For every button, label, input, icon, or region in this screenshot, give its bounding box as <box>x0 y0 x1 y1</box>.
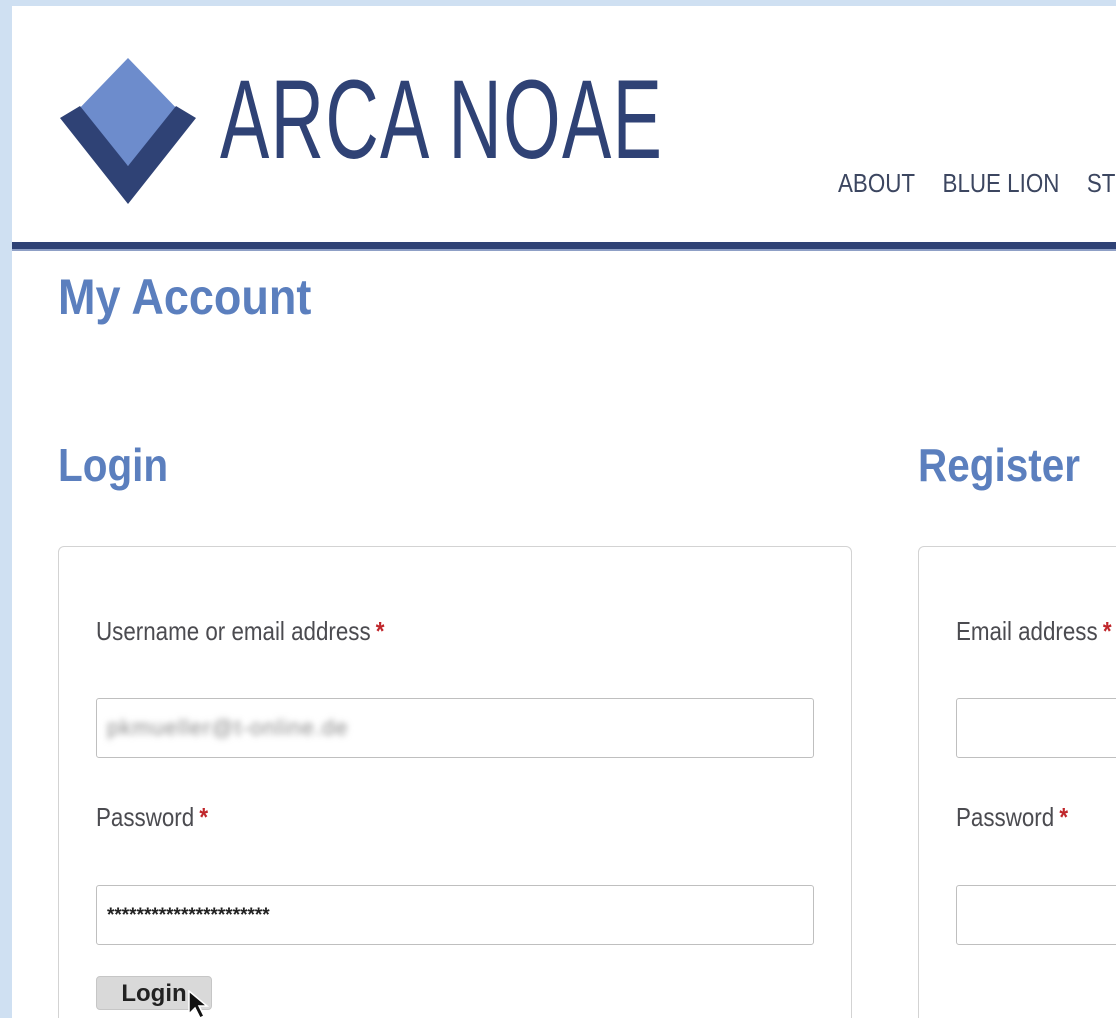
required-marker: * <box>199 802 209 832</box>
email-label: Email address * <box>956 616 1112 647</box>
password-label: Password * <box>96 802 208 833</box>
register-email-input[interactable] <box>956 698 1116 758</box>
page-title: My Account <box>58 269 312 325</box>
register-heading: Register <box>918 439 1080 491</box>
username-input[interactable]: pkmueller@t-online.de <box>96 698 814 758</box>
required-marker: * <box>375 616 385 646</box>
main-nav: ABOUT BLUE LION ST <box>838 168 1115 199</box>
login-heading: Login <box>58 439 169 491</box>
username-label-text: Username or email address <box>96 616 371 646</box>
email-label-text: Email address <box>956 616 1098 646</box>
register-password-label: Password * <box>956 802 1068 833</box>
nav-item-blue-lion[interactable]: BLUE LION <box>943 168 1060 199</box>
header-divider-accent <box>12 249 1116 251</box>
register-password-input[interactable] <box>956 885 1116 945</box>
page: ARCA NOAE ABOUT BLUE LION ST My Account … <box>12 6 1116 1018</box>
mouse-pointer-icon <box>188 990 210 1018</box>
username-value: pkmueller@t-online.de <box>107 715 349 740</box>
brand-name[interactable]: ARCA NOAE <box>220 64 663 176</box>
password-value: ********************** <box>107 905 270 926</box>
nav-item-about[interactable]: ABOUT <box>838 168 915 199</box>
password-label-text: Password <box>96 802 195 832</box>
nav-item-st[interactable]: ST <box>1087 168 1116 199</box>
required-marker: * <box>1059 802 1069 832</box>
diamond-logo-icon[interactable] <box>58 54 198 206</box>
username-label: Username or email address * <box>96 616 385 647</box>
header-divider <box>12 242 1116 249</box>
required-marker: * <box>1102 616 1112 646</box>
password-input[interactable]: ********************** <box>96 885 814 945</box>
register-password-label-text: Password <box>956 802 1055 832</box>
